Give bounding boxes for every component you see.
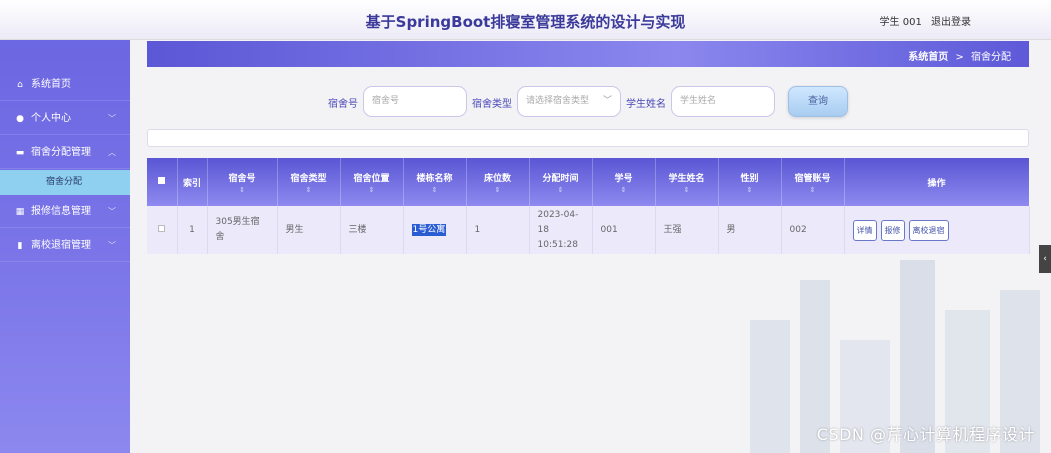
sort-icon: ⇕ (305, 185, 312, 194)
cell-manager: 002 (781, 206, 845, 254)
breadcrumb-home[interactable]: 系统首页 (908, 52, 948, 63)
chevron-up-icon: ︿ (108, 148, 116, 157)
breadcrumb-bar: 系统首页 > 宿舍分配 (147, 41, 1029, 67)
col-header[interactable]: 学生姓名 ⇕ (655, 158, 719, 206)
cell-actions: 详情 报修 离校退宿 (844, 206, 1030, 254)
sort-icon: ⇕ (368, 185, 375, 194)
col-header: 操作 (844, 158, 1030, 206)
cell-type: 男生 (277, 206, 341, 254)
sort-icon: ⇕ (431, 185, 438, 194)
grid-icon: ▦ (15, 207, 25, 217)
breadcrumb-separator: > (955, 52, 964, 63)
sort-icon: ⇕ (683, 185, 690, 194)
table-header-row: 索引 宿舍号 ⇕ 宿舍类型 ⇕ 宿舍位置 ⇕ 楼栋名称 ⇕ 床位数 ⇕ 分配时间 ⇕ 学号 ⇕… (147, 158, 1030, 206)
cell-student-no: 001 (592, 206, 656, 254)
sidebar-item-label: 离校退宿管理 (31, 240, 91, 251)
document-icon: ▮ (17, 241, 23, 251)
cell-student-name: 王强 (655, 206, 719, 254)
cell-beds: 1 (466, 206, 530, 254)
student-input[interactable]: 学生姓名 (671, 86, 775, 117)
logout-link[interactable]: 退出登录 (931, 17, 971, 28)
cell-time: 2023-04-18 10:51:28 (529, 206, 593, 254)
sort-icon: ⇕ (746, 185, 753, 194)
cell-building: 1号公寓 (403, 206, 467, 254)
col-header[interactable]: 学号 ⇕ (592, 158, 656, 206)
bed-icon: ▬ (15, 148, 25, 158)
detail-button[interactable]: 详情 (852, 219, 877, 241)
type-select[interactable]: 请选择宿舍类型 ﹀ (517, 86, 621, 117)
query-button[interactable]: 查询 (788, 86, 848, 117)
sidebar-item-label: 宿舍分配管理 (31, 147, 91, 158)
cell-location: 三楼 (340, 206, 404, 254)
col-header[interactable]: 宿舍位置 ⇕ (340, 158, 404, 206)
sidebar-item-dorm-allocation[interactable]: ▬ 宿舍分配管理 ︿ (0, 136, 130, 169)
col-header[interactable]: 床位数 ⇕ (466, 158, 530, 206)
breadcrumb: 系统首页 > 宿舍分配 (908, 48, 1011, 63)
chevron-down-icon: ﹀ (108, 241, 116, 250)
row-checkbox[interactable] (147, 206, 178, 254)
select-all-checkbox[interactable] (147, 158, 178, 206)
sidebar-item-leave[interactable]: ▮ 离校退宿管理 ﹀ (0, 229, 130, 262)
chevron-down-icon: ﹀ (602, 96, 612, 106)
cell-room: 305男生宿舍 (207, 206, 278, 254)
breadcrumb-current: 宿舍分配 (971, 52, 1011, 63)
sidebar-subitem-dorm-allocation[interactable]: 宿舍分配 (0, 170, 130, 195)
col-header[interactable]: 宿舍号 ⇕ (207, 158, 278, 206)
watermark: CSDN @芹心计算机程序设计 (816, 425, 1035, 444)
repair-button[interactable]: 报修 (880, 219, 905, 241)
col-header: 索引 (177, 158, 208, 206)
allocation-table: 索引 宿舍号 ⇕ 宿舍类型 ⇕ 宿舍位置 ⇕ 楼栋名称 ⇕ 床位数 ⇕ 分配时间 ⇕ 学号 ⇕… (147, 158, 1030, 254)
user-name: 学生 001 (879, 17, 922, 28)
chevron-down-icon: ﹀ (108, 207, 116, 216)
col-header[interactable]: 性别 ⇕ (718, 158, 782, 206)
sort-icon: ⇕ (239, 185, 245, 194)
cell-index: 1 (177, 206, 208, 254)
col-header[interactable]: 宿管账号 ⇕ (781, 158, 845, 206)
sort-icon: ⇕ (809, 185, 816, 194)
user-area: 学生 001 退出登录 (874, 13, 971, 28)
search-form: 宿舍号 宿舍号 宿舍类型 请选择宿舍类型 ﹀ 学生姓名 学生姓名 查询 (0, 86, 1051, 118)
room-label: 宿舍号 (328, 99, 358, 110)
collapse-handle[interactable]: ‹ (1039, 245, 1051, 273)
sort-icon: ⇕ (620, 185, 627, 194)
sort-icon: ⇕ (557, 185, 564, 194)
leave-button[interactable]: 离校退宿 (908, 219, 949, 241)
col-header[interactable]: 分配时间 ⇕ (529, 158, 593, 206)
cell-building-text: 1号公寓 (411, 223, 447, 236)
sidebar-item-repair[interactable]: ▦ 报修信息管理 ﹀ (0, 195, 130, 228)
top-header: 基于SpringBoot排寝室管理系统的设计与实现 学生 001 退出登录 (0, 0, 1051, 40)
room-input[interactable]: 宿舍号 (363, 86, 467, 117)
type-select-placeholder: 请选择宿舍类型 (526, 96, 590, 106)
sidebar-item-label: 报修信息管理 (31, 206, 91, 217)
col-header[interactable]: 宿舍类型 ⇕ (277, 158, 341, 206)
col-header[interactable]: 楼栋名称 ⇕ (403, 158, 467, 206)
cell-gender: 男 (718, 206, 782, 254)
student-label: 学生姓名 (626, 99, 666, 110)
sort-icon: ⇕ (494, 185, 501, 194)
table-row[interactable]: 1 305男生宿舍 男生 三楼 1号公寓 1 2023-04-18 10:51:… (147, 206, 1030, 254)
type-label: 宿舍类型 (472, 99, 512, 110)
toolbar-strip (147, 129, 1029, 147)
